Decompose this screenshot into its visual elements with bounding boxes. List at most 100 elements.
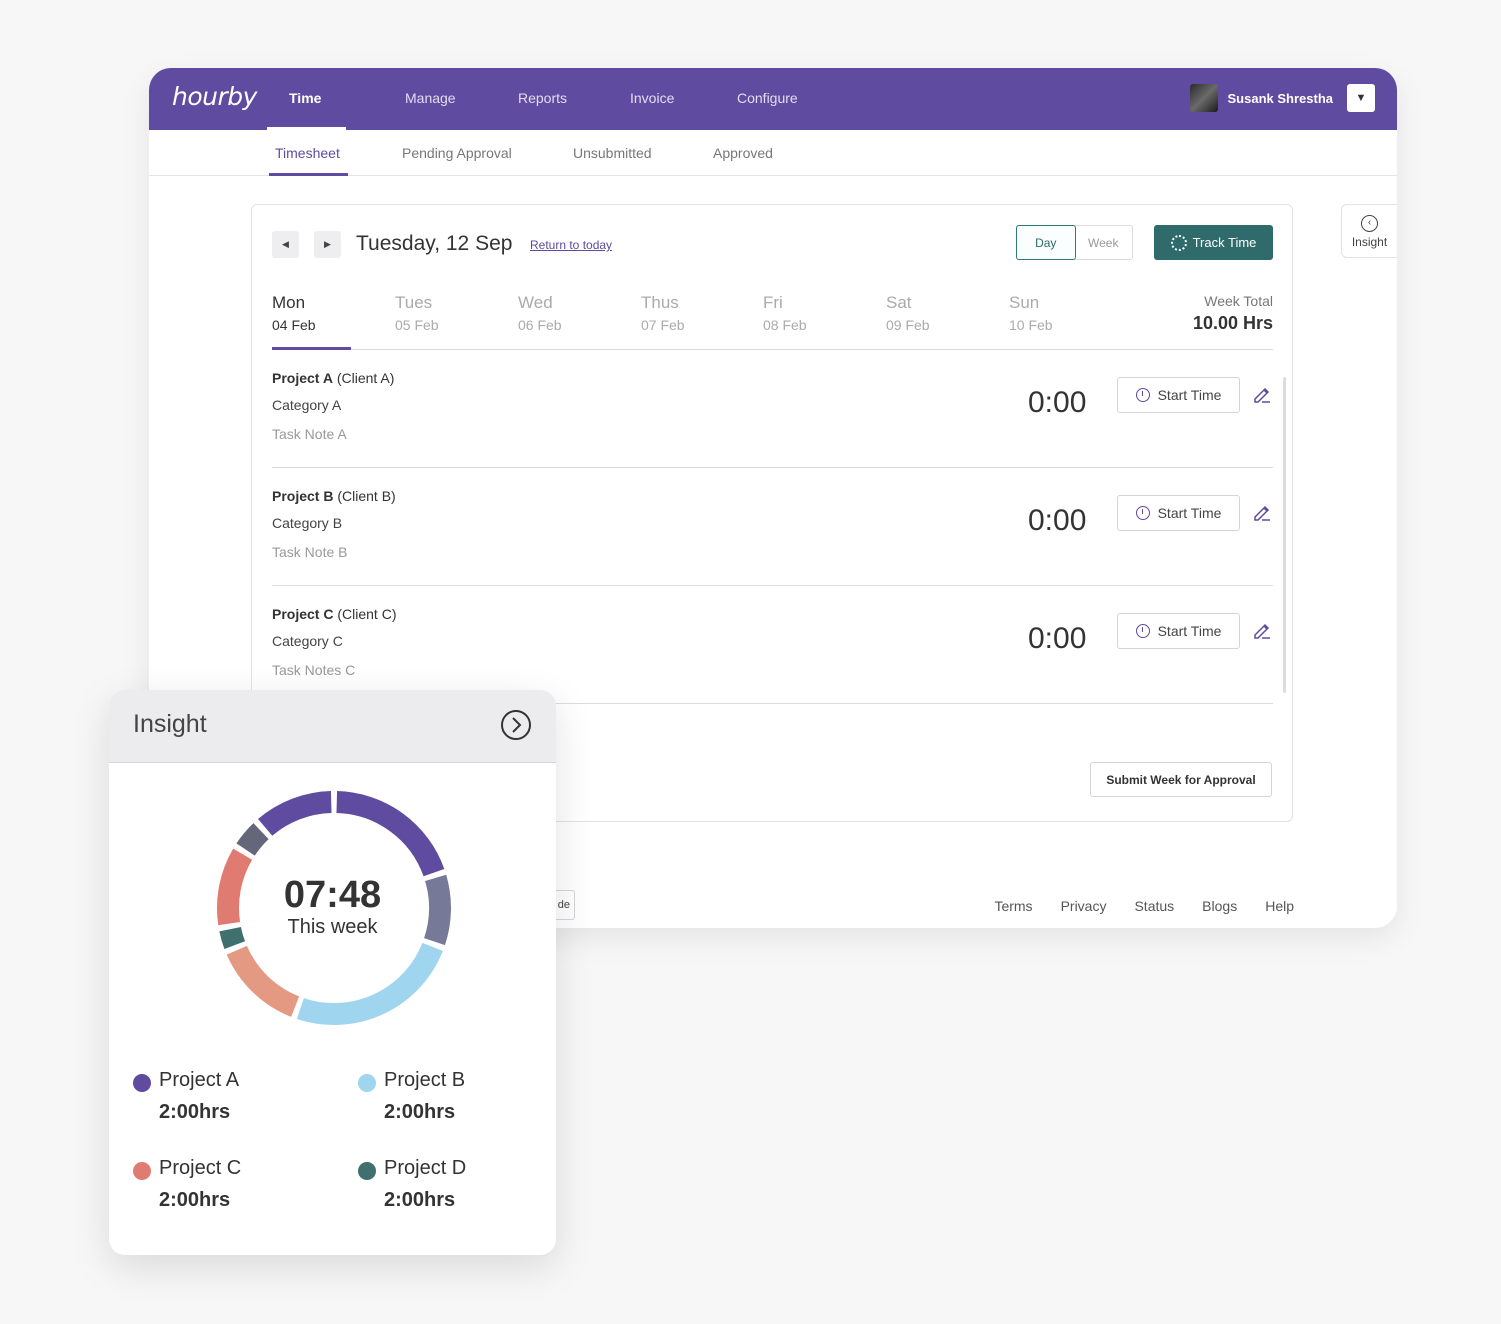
entry-project: Project C (Client C) xyxy=(272,606,396,622)
tab-approved[interactable]: Approved xyxy=(713,145,773,161)
day-wed[interactable]: Wed 06 Feb xyxy=(518,293,562,333)
day-date: 10 Feb xyxy=(1009,317,1053,333)
project-name: Project C xyxy=(272,606,334,622)
day-date: 05 Feb xyxy=(395,317,439,333)
day-date: 09 Feb xyxy=(886,317,930,333)
footer-link-privacy[interactable]: Privacy xyxy=(1061,898,1107,914)
entry-project: Project A (Client A) xyxy=(272,370,394,386)
time-entry: Project A (Client A) Category A Task Not… xyxy=(272,350,1273,468)
edit-pencil-icon[interactable] xyxy=(1252,620,1272,640)
footer-link-terms[interactable]: Terms xyxy=(994,898,1032,914)
day-name: Wed xyxy=(518,293,553,312)
user-menu[interactable]: Susank Shrestha ▼ xyxy=(1189,84,1375,112)
day-name: Thus xyxy=(641,293,679,312)
return-to-today-link[interactable]: Return to today xyxy=(530,238,612,252)
entry-time: 0:00 xyxy=(1028,622,1087,655)
legend-name: Project A xyxy=(159,1069,240,1091)
legend-value: 2:00hrs xyxy=(384,1189,456,1211)
week-view-button[interactable]: Week xyxy=(1075,226,1133,259)
donut-segment xyxy=(236,823,269,856)
insight-side-toggle[interactable]: ‹ Insight xyxy=(1341,204,1397,258)
caret-left-icon: ◀ xyxy=(282,239,289,249)
week-total-label: Week Total xyxy=(1204,293,1273,309)
stopwatch-icon xyxy=(1135,506,1150,520)
chevron-left-icon: ‹ xyxy=(1361,215,1378,232)
entries-scrollbar[interactable] xyxy=(1283,377,1286,693)
start-time-button[interactable]: Start Time xyxy=(1117,495,1240,531)
week-total-value: 10.00 Hrs xyxy=(1192,313,1273,333)
legend-dot xyxy=(133,1074,151,1092)
donut-segment xyxy=(226,945,300,1017)
stopwatch-icon xyxy=(1135,624,1150,638)
entry-category: Category B xyxy=(272,515,343,531)
legend-value: 2:00hrs xyxy=(384,1101,456,1123)
client-name: (Client C) xyxy=(337,606,397,622)
start-time-button[interactable]: Start Time xyxy=(1117,613,1240,649)
tab-timesheet[interactable]: Timesheet xyxy=(275,145,340,161)
nav-reports[interactable]: Reports xyxy=(518,90,567,106)
entry-note: Task Notes C xyxy=(272,662,356,678)
day-fri[interactable]: Fri 08 Feb xyxy=(763,293,807,333)
start-time-label: Start Time xyxy=(1157,505,1222,521)
tab-pending-approval[interactable]: Pending Approval xyxy=(402,145,512,161)
client-name: (Client A) xyxy=(336,370,395,386)
footer-link-status[interactable]: Status xyxy=(1134,898,1174,914)
project-name: Project A xyxy=(272,370,333,386)
day-selector: Mon 04 Feb Tues 05 Feb Wed 06 Feb Thus 0… xyxy=(272,293,1273,350)
caret-down-icon: ▼ xyxy=(1355,92,1367,104)
tab-active-indicator xyxy=(269,173,348,176)
day-name: Fri xyxy=(763,293,783,312)
day-date: 07 Feb xyxy=(641,317,685,333)
insight-panel: Insight 07:48 This week Project A 2:00hr… xyxy=(109,690,556,1255)
nav-configure[interactable]: Configure xyxy=(737,90,798,106)
day-name: Mon xyxy=(272,293,306,312)
day-name: Sun xyxy=(1009,293,1040,312)
day-mon[interactable]: Mon 04 Feb xyxy=(272,293,316,333)
avatar[interactable] xyxy=(1189,84,1218,112)
chevron-right-circle-icon[interactable] xyxy=(500,709,532,741)
day-view-button[interactable]: Day xyxy=(1016,225,1076,260)
entry-time: 0:00 xyxy=(1028,504,1087,537)
user-name: Susank Shrestha xyxy=(1227,90,1334,106)
entry-note: Task Note B xyxy=(272,544,348,560)
user-dropdown-button[interactable]: ▼ xyxy=(1347,84,1375,112)
insight-side-label: Insight xyxy=(1351,235,1388,249)
footer-links: Terms Privacy Status Blogs Help xyxy=(994,898,1294,914)
day-name: Tues xyxy=(395,293,433,312)
edit-pencil-icon[interactable] xyxy=(1252,502,1272,522)
track-time-button[interactable]: Track Time xyxy=(1154,225,1273,260)
footer-link-blogs[interactable]: Blogs xyxy=(1202,898,1237,914)
legend-dot xyxy=(358,1162,376,1180)
insight-header: Insight xyxy=(109,690,556,763)
start-time-button[interactable]: Start Time xyxy=(1117,377,1240,413)
day-date: 08 Feb xyxy=(763,317,807,333)
entry-time: 0:00 xyxy=(1028,386,1087,419)
footer-link-help[interactable]: Help xyxy=(1265,898,1294,914)
start-time-label: Start Time xyxy=(1157,623,1222,639)
tab-unsubmitted[interactable]: Unsubmitted xyxy=(573,145,652,161)
submit-week-button[interactable]: Submit Week for Approval xyxy=(1090,762,1272,797)
day-sat[interactable]: Sat 09 Feb xyxy=(886,293,930,333)
nav-manage[interactable]: Manage xyxy=(405,90,456,106)
day-thus[interactable]: Thus 07 Feb xyxy=(641,293,685,333)
donut-segment xyxy=(258,791,332,836)
track-time-label: Track Time xyxy=(1192,235,1257,250)
day-sun[interactable]: Sun 10 Feb xyxy=(1009,293,1053,333)
day-date: 04 Feb xyxy=(272,317,316,333)
project-name: Project B xyxy=(272,488,334,504)
edit-pencil-icon[interactable] xyxy=(1252,384,1272,404)
entry-project: Project B (Client B) xyxy=(272,488,396,504)
legend-name: Project D xyxy=(384,1157,467,1179)
next-day-button[interactable]: ▶ xyxy=(314,231,341,258)
hourby-logo[interactable]: hourby xyxy=(172,82,257,111)
insight-title: Insight xyxy=(133,710,207,738)
nav-time[interactable]: Time xyxy=(289,90,321,106)
top-navbar: hourby Time Manage Reports Invoice Confi… xyxy=(149,68,1397,130)
donut-total-value: 07:48 xyxy=(283,874,382,916)
day-tues[interactable]: Tues 05 Feb xyxy=(395,293,439,333)
nav-invoice[interactable]: Invoice xyxy=(630,90,674,106)
prev-day-button[interactable]: ◀ xyxy=(272,231,299,258)
time-entry: Project C (Client C) Category C Task Not… xyxy=(272,586,1273,704)
stopwatch-icon xyxy=(1135,388,1150,402)
legend-name: Project C xyxy=(159,1157,242,1179)
